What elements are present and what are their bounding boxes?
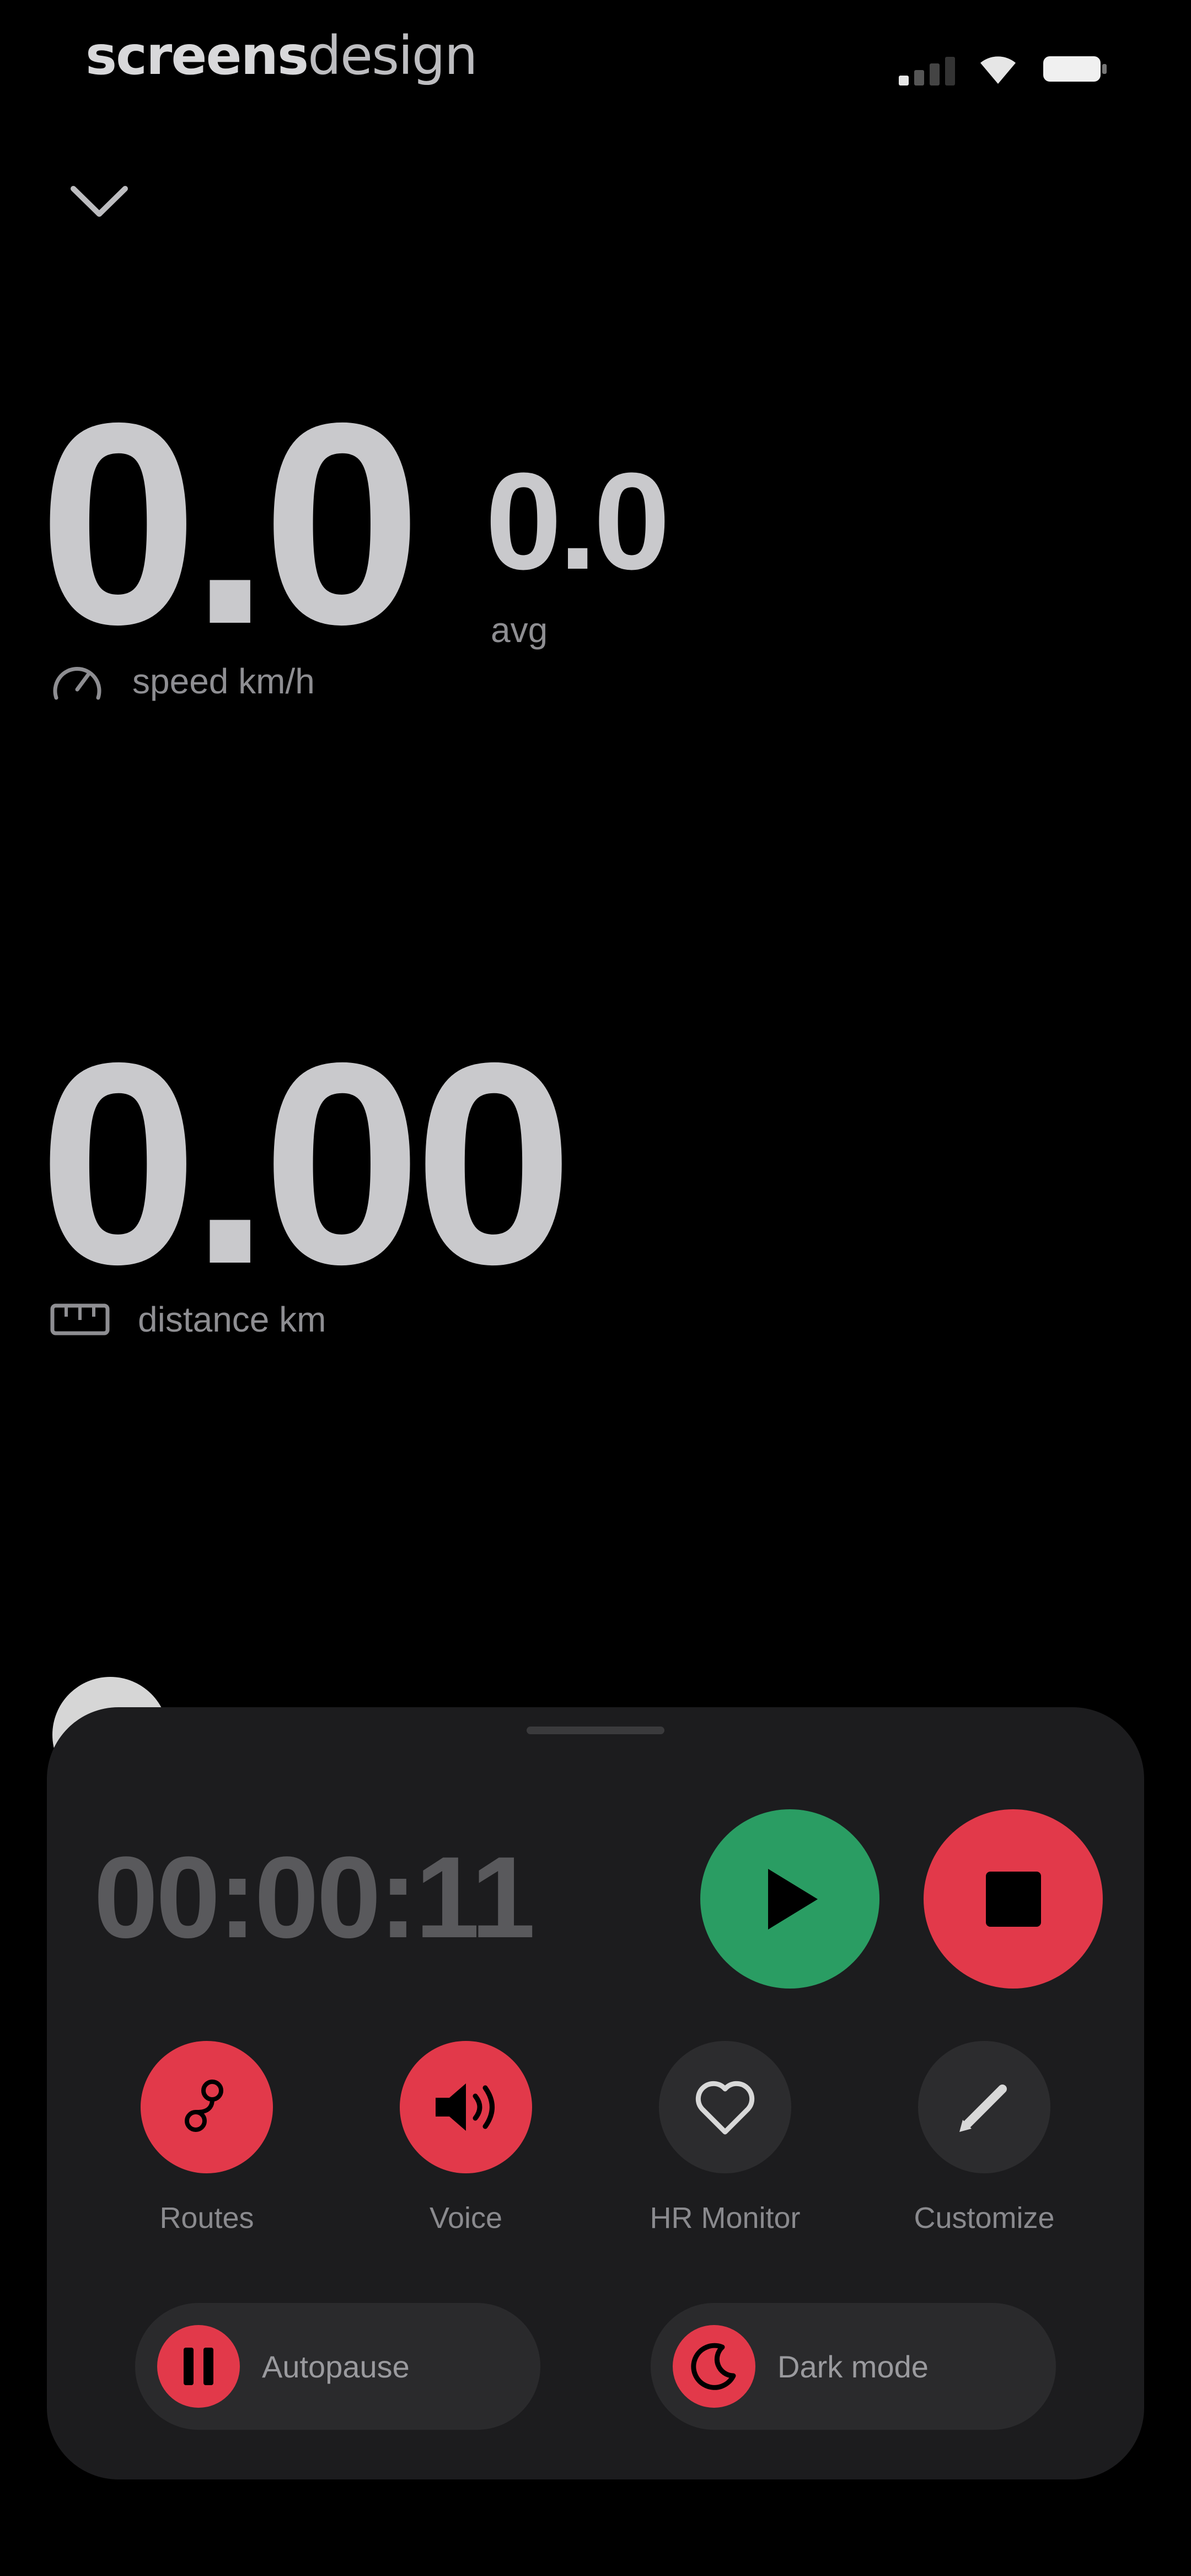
pause-icon (184, 2348, 213, 2385)
dark-mode-toggle[interactable]: Dark mode (651, 2303, 1056, 2430)
heart-icon (695, 2081, 755, 2135)
voice-label: Voice (429, 2201, 503, 2235)
collapse-button[interactable] (44, 146, 154, 256)
routes-icon-circle (141, 2041, 273, 2173)
chevron-down-icon (71, 186, 128, 217)
voice-icon-circle (400, 2041, 532, 2173)
dark-mode-icon-circle (673, 2325, 755, 2408)
pencil-icon (959, 2085, 1007, 2132)
speed-label-row: speed km/h (50, 659, 315, 703)
autopause-toggle[interactable]: Autopause (135, 2303, 540, 2430)
hr-monitor-label: HR Monitor (650, 2201, 801, 2235)
avg-speed-value: 0.0 (485, 444, 670, 598)
elapsed-timer: 00:00:11 (94, 1832, 535, 1962)
play-button[interactable] (700, 1809, 879, 1989)
customize-button[interactable]: Customize (879, 2041, 1089, 2235)
speaker-icon (436, 2083, 495, 2131)
customize-icon-circle (918, 2041, 1050, 2173)
autopause-icon-circle (157, 2325, 240, 2408)
speedometer-icon (53, 667, 101, 700)
sheet-grabber[interactable] (527, 1727, 664, 1734)
voice-button[interactable]: Voice (361, 2041, 571, 2235)
distance-label-row: distance km (50, 1299, 326, 1340)
play-icon (768, 1868, 818, 1930)
cellular-signal-icon (899, 52, 959, 85)
brand-watermark: screensdesign (85, 25, 478, 87)
ruler-icon (50, 1303, 110, 1335)
stop-button[interactable] (924, 1809, 1103, 1989)
dark-mode-label: Dark mode (777, 2349, 929, 2384)
autopause-label: Autopause (262, 2349, 410, 2384)
brand-light: design (308, 25, 478, 87)
wifi-icon (980, 56, 1016, 84)
routes-label: Routes (159, 2201, 254, 2235)
customize-label: Customize (914, 2201, 1055, 2235)
hr-monitor-button[interactable]: HR Monitor (620, 2041, 830, 2235)
routes-button[interactable]: Routes (102, 2041, 312, 2235)
moon-icon (691, 2343, 736, 2390)
distance-value: 0.00 (39, 1003, 573, 1324)
hr-icon-circle (659, 2041, 791, 2173)
speed-label: speed km/h (132, 661, 315, 701)
speed-value: 0.0 (39, 364, 422, 684)
distance-label: distance km (138, 1300, 326, 1339)
routes-icon (185, 2080, 223, 2132)
battery-icon (1043, 56, 1107, 82)
stop-icon (985, 1871, 1041, 1927)
avg-speed-label: avg (491, 610, 548, 650)
brand-bold: screens (85, 25, 309, 87)
